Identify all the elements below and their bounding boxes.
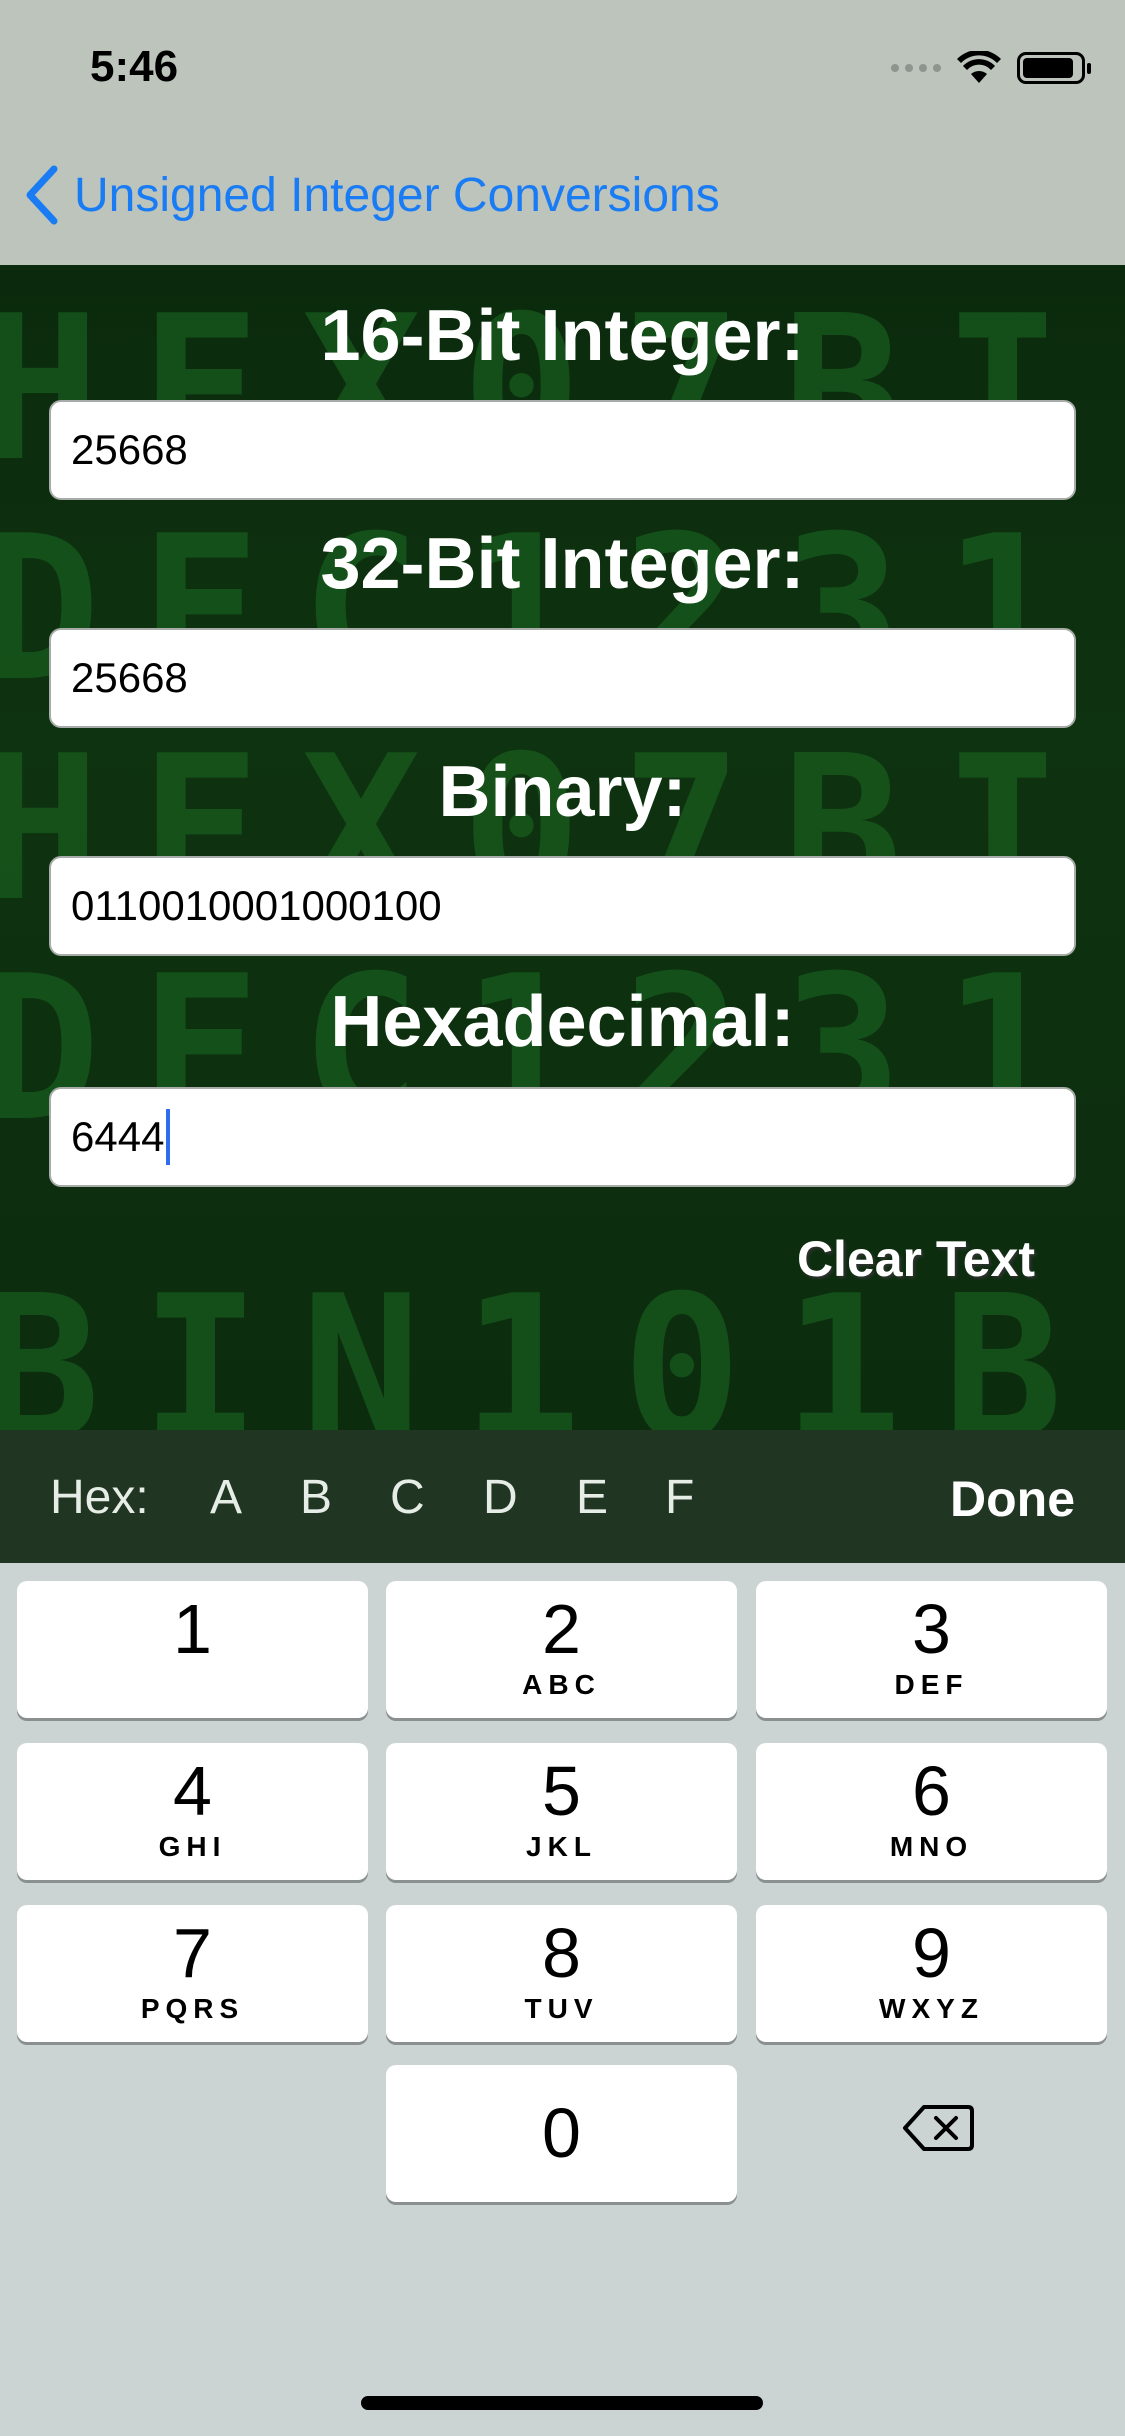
key-7-letters: PQRS [140, 1993, 245, 2024]
key-6[interactable]: 6 MNO [756, 1743, 1107, 1880]
input-32-bit-value: 25668 [71, 654, 188, 701]
status-time: 5:46 [90, 42, 179, 91]
key-9[interactable]: 9 WXYZ [756, 1905, 1107, 2042]
hex-key-b[interactable]: B [300, 1470, 332, 1525]
key-0[interactable]: 0 [386, 2065, 737, 2202]
hex-key-d[interactable]: D [483, 1470, 518, 1525]
numeric-keypad: 1 2 ABC 3 DEF 4 GHI 5 JKL 6 MNO 7 PQRS 8… [0, 1563, 1125, 2436]
input-32-bit[interactable]: 25668 [49, 628, 1076, 728]
hex-prefix-label: Hex: [50, 1471, 149, 1524]
label-32-bit: 32-Bit Integer: [320, 524, 805, 604]
hex-accessory-bar: Hex: A B C D E F Done [0, 1430, 1125, 1563]
key-4[interactable]: 4 GHI [17, 1743, 368, 1880]
hex-key-a[interactable]: A [210, 1470, 242, 1525]
key-8-digit: 8 [542, 1914, 581, 1992]
key-4-digit: 4 [173, 1752, 212, 1830]
key-2-digit: 2 [542, 1590, 581, 1668]
key-9-digit: 9 [912, 1914, 951, 1992]
cellular-signal-icon [891, 64, 941, 72]
key-7-digit: 7 [173, 1914, 212, 1992]
key-8[interactable]: 8 TUV [386, 1905, 737, 2042]
key-6-letters: MNO [889, 1831, 974, 1862]
hex-key-e[interactable]: E [576, 1470, 608, 1525]
input-binary-value: 0110010001000100 [71, 882, 442, 929]
key-1-digit: 1 [173, 1590, 212, 1668]
key-2[interactable]: 2 ABC [386, 1581, 737, 1718]
wifi-icon [957, 51, 1001, 83]
hex-key-c[interactable]: C [390, 1470, 425, 1525]
label-16-bit: 16-Bit Integer: [320, 296, 805, 376]
key-2-letters: ABC [522, 1669, 601, 1700]
input-16-bit-value: 25668 [71, 426, 188, 473]
top-bar: 5:46 Unsigned Integer Conversions [0, 0, 1125, 265]
status-icons [891, 48, 1091, 88]
key-5-digit: 5 [542, 1752, 581, 1830]
done-button[interactable]: Done [950, 1470, 1075, 1528]
input-hexadecimal[interactable]: 6444 [49, 1087, 1076, 1187]
back-label: Unsigned Integer Conversions [74, 168, 720, 222]
key-0-digit: 0 [542, 2094, 581, 2172]
home-indicator[interactable] [361, 2396, 763, 2410]
key-7[interactable]: 7 PQRS [17, 1905, 368, 2042]
key-3-digit: 3 [912, 1590, 951, 1668]
text-caret [166, 1109, 171, 1165]
hex-key-f[interactable]: F [665, 1470, 694, 1525]
key-3[interactable]: 3 DEF [756, 1581, 1107, 1718]
key-9-letters: WXYZ [879, 1993, 984, 2024]
label-binary: Binary: [438, 752, 687, 832]
label-hexadecimal: Hexadecimal: [330, 982, 795, 1062]
key-6-digit: 6 [912, 1752, 951, 1830]
key-8-letters: TUV [524, 1993, 599, 2024]
input-16-bit[interactable]: 25668 [49, 400, 1076, 500]
key-4-letters: GHI [158, 1831, 227, 1862]
converter-panel: HEX07BI DEC1231 HEX07BI DEC1231 BIN101B … [0, 265, 1125, 1430]
battery-icon [1017, 52, 1091, 84]
key-3-letters: DEF [894, 1669, 969, 1700]
input-binary[interactable]: 0110010001000100 [49, 856, 1076, 956]
key-1[interactable]: 1 [17, 1581, 368, 1718]
chevron-left-icon [26, 165, 58, 225]
clear-text-button[interactable]: Clear Text [797, 1230, 1035, 1288]
input-hexadecimal-value: 6444 [71, 1113, 165, 1160]
key-5[interactable]: 5 JKL [386, 1743, 737, 1880]
background-letters-row: BIN101B [0, 1253, 1103, 1431]
key-5-letters: JKL [526, 1831, 597, 1862]
backspace-icon[interactable] [902, 2103, 974, 2153]
back-button[interactable]: Unsigned Integer Conversions [24, 165, 720, 225]
